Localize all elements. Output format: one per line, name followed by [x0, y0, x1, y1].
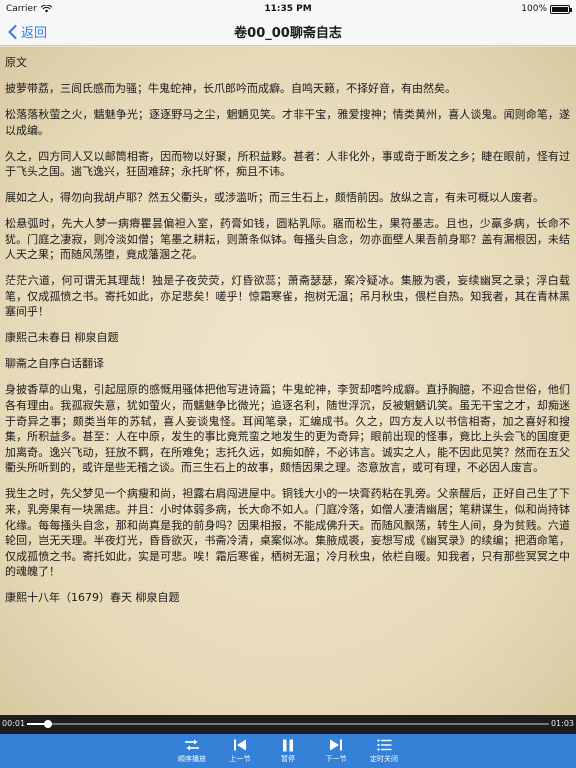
timer-close-button[interactable]: 定时关闭: [366, 734, 402, 768]
progress-track[interactable]: [27, 720, 549, 728]
current-time: 00:01: [2, 719, 26, 728]
paragraph: 松落落秋萤之火，魑魅争光；逐逐野马之尘，魍魉见笑。才非干宝，雅爱搜神；情类黄州，…: [5, 107, 570, 137]
paragraph: 展如之人，得勿向我胡卢耶？然五父衢头，或涉滥听；而三生石上，颇悟前因。放纵之言，…: [5, 191, 544, 205]
battery-fill: [552, 6, 568, 12]
wifi-icon: [40, 5, 52, 13]
sequential-play-button[interactable]: 顺序播放: [174, 734, 210, 768]
paragraph: 披萝带荔，三闾氏感而为骚；牛鬼蛇神，长爪郎吟而成癖。自鸣天籁，不择好音，有由然矣…: [5, 81, 456, 95]
back-button[interactable]: 返回: [0, 22, 120, 41]
chevron-left-icon: [8, 24, 17, 39]
paragraph: 久之，四方同人又以邮筒相寄，因而物以好聚，所积益夥。甚者：人非化外，事或奇于断发…: [5, 149, 570, 179]
status-time: 11:35 PM: [264, 4, 312, 14]
pause-label: 暂停: [281, 755, 295, 763]
previous-section-button[interactable]: 上一节: [222, 734, 258, 768]
progress-slider-thumb[interactable]: [43, 720, 52, 728]
signature-line: 康熙十八年（1679）春天 柳泉自题: [5, 591, 180, 605]
previous-icon: [232, 738, 248, 752]
paragraph-heading-translation: 聊斋之自序白话翻译: [5, 357, 104, 371]
total-time: 01:03: [550, 719, 574, 728]
navigation-bar: 返回 卷00_00聊斋自志: [0, 18, 576, 46]
status-left: Carrier: [6, 4, 186, 14]
pause-icon: [280, 738, 296, 752]
previous-section-label: 上一节: [229, 755, 251, 763]
timer-list-icon: [376, 738, 392, 752]
status-bar: Carrier 11:35 PM 100%: [0, 0, 576, 18]
timer-close-label: 定时关闭: [370, 755, 398, 763]
battery-icon: [550, 4, 572, 14]
next-section-button[interactable]: 下一节: [318, 734, 354, 768]
next-section-label: 下一节: [325, 755, 347, 763]
paragraph-heading-original: 原文: [5, 56, 27, 69]
audio-progress-bar: 00:01 01:03: [0, 715, 576, 734]
signature-line: 康熙己未春日 柳泉自题: [5, 331, 119, 345]
chapter-text: 原文 披萝带荔，三闾氏感而为骚；牛鬼蛇神，长爪郎吟而成癖。自鸣天籁，不择好音，有…: [0, 47, 576, 715]
playback-toolbar: 顺序播放 上一节 暂停 下一节 定时关闭: [0, 734, 576, 768]
paragraph: 茫茫六道，何可谓无其理哉！独是子夜荧荧，灯昏欲蕊；萧斋瑟瑟，案冷疑冰。集腋为裘，…: [5, 274, 570, 319]
back-button-label: 返回: [21, 26, 48, 41]
status-right: 100%: [390, 4, 572, 14]
sequential-play-icon: [184, 738, 200, 752]
battery-percent: 100%: [521, 4, 547, 14]
next-icon: [328, 738, 344, 752]
sequential-play-label: 顺序播放: [178, 755, 206, 763]
paragraph: 松悬弧时，先大人梦一病瘠瞿昙偏袒入室，药膏如钱，圆粘乳际。寤而松生，果符墨志。且…: [5, 217, 570, 262]
paragraph: 身披香草的山鬼，引起屈原的感慨用骚体把他写进诗篇；牛鬼蛇神，李贺却嗜吟成癖。直抒…: [5, 383, 570, 475]
carrier-label: Carrier: [6, 4, 37, 14]
pause-button[interactable]: 暂停: [270, 734, 306, 768]
paragraph: 我生之时，先父梦见一个病瘦和尚，袒露右肩闯进屋中。铜钱大小的一块膏药粘在乳旁。父…: [5, 487, 570, 579]
